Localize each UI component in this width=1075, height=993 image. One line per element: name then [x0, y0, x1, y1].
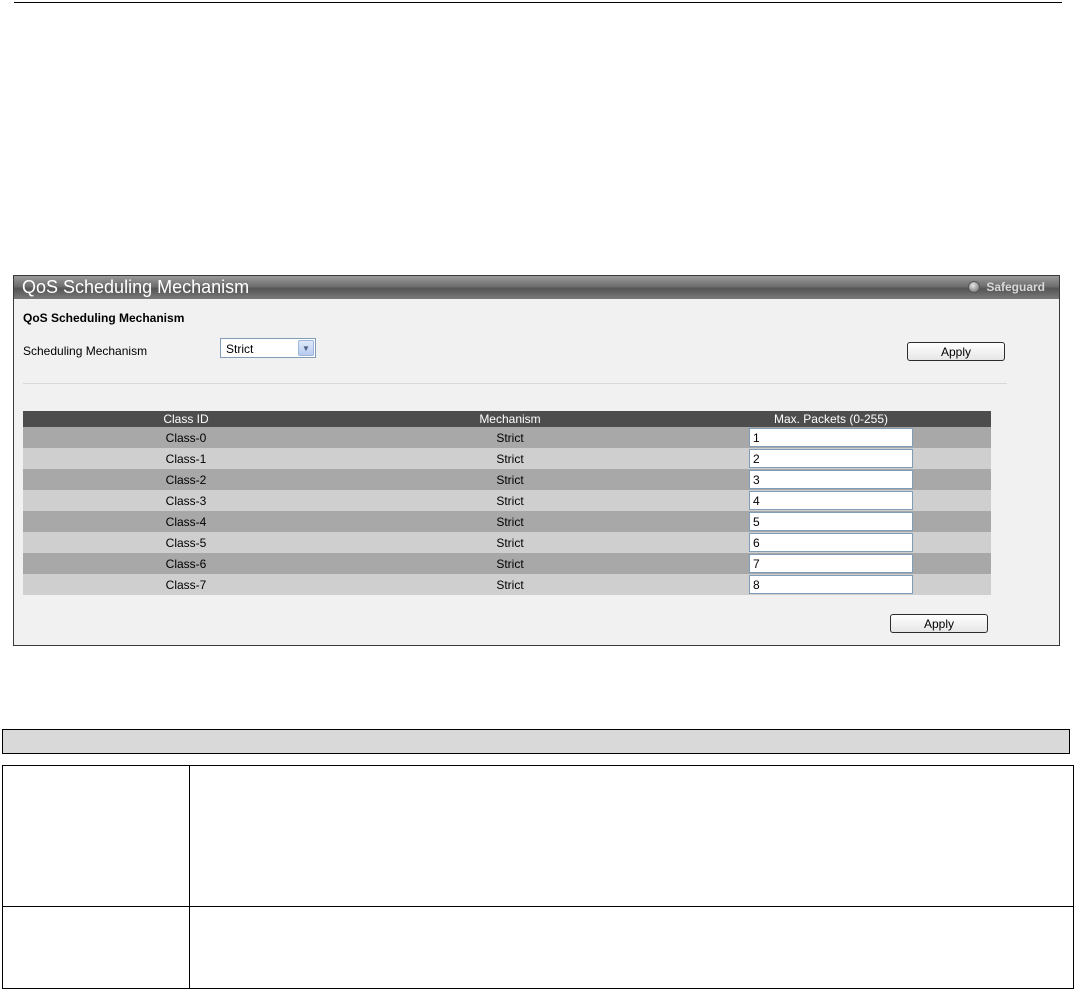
qos-scheduling-panel: QoS Scheduling Mechanism Safeguard QoS S…: [13, 275, 1060, 646]
table-row: Class-1 Strict: [23, 448, 991, 469]
chevron-down-icon[interactable]: ▼: [298, 340, 314, 356]
radio-indicator-icon: [968, 281, 981, 293]
table-row: Class-4 Strict: [23, 511, 991, 532]
header-class-id: Class ID: [23, 411, 349, 427]
class-id-cell: Class-7: [23, 574, 349, 595]
header-mechanism: Mechanism: [349, 411, 671, 427]
max-packets-input[interactable]: [749, 575, 913, 594]
section-title: QoS Scheduling Mechanism: [23, 311, 185, 325]
table-row: Class-6 Strict: [23, 553, 991, 574]
max-packets-input[interactable]: [749, 491, 913, 510]
max-packets-input[interactable]: [749, 554, 913, 573]
max-packets-input[interactable]: [749, 512, 913, 531]
class-id-cell: Class-1: [23, 448, 349, 469]
class-id-cell: Class-2: [23, 469, 349, 490]
table-row: Class-0 Strict: [23, 427, 991, 448]
description-row: [2, 765, 1074, 907]
mechanism-cell: Strict: [349, 469, 671, 490]
table-row: Class-5 Strict: [23, 532, 991, 553]
table-row: Class-2 Strict: [23, 469, 991, 490]
top-divider: [14, 2, 1062, 3]
safeguard-indicator[interactable]: Safeguard: [968, 280, 1045, 294]
mechanism-cell: Strict: [349, 427, 671, 448]
class-table: Class ID Mechanism Max. Packets (0-255) …: [23, 411, 991, 595]
parameter-cell: [2, 906, 190, 989]
safeguard-label: Safeguard: [986, 280, 1045, 294]
mechanism-cell: Strict: [349, 448, 671, 469]
class-id-cell: Class-6: [23, 553, 349, 574]
description-table: [2, 765, 1074, 989]
scheduling-mechanism-value: Strict: [226, 342, 254, 356]
description-cell: [189, 906, 1074, 989]
mechanism-cell: Strict: [349, 553, 671, 574]
form-divider: [23, 383, 1007, 384]
max-packets-input[interactable]: [749, 449, 913, 468]
mechanism-cell: Strict: [349, 532, 671, 553]
header-max-packets: Max. Packets (0-255): [671, 411, 991, 427]
description-row: [2, 906, 1074, 989]
max-packets-cell: [671, 532, 991, 553]
max-packets-cell: [671, 469, 991, 490]
mechanism-cell: Strict: [349, 490, 671, 511]
table-header-row: Class ID Mechanism Max. Packets (0-255): [23, 411, 991, 427]
class-id-cell: Class-3: [23, 490, 349, 511]
class-id-cell: Class-5: [23, 532, 349, 553]
class-id-cell: Class-0: [23, 427, 349, 448]
max-packets-cell: [671, 511, 991, 532]
parameter-cell: [2, 765, 190, 907]
max-packets-cell: [671, 448, 991, 469]
panel-title: QoS Scheduling Mechanism: [22, 277, 250, 297]
class-id-cell: Class-4: [23, 511, 349, 532]
scheduling-mechanism-select[interactable]: Strict ▼: [220, 338, 316, 358]
scheduling-mechanism-label: Scheduling Mechanism: [23, 344, 148, 358]
max-packets-cell: [671, 490, 991, 511]
description-cell: [189, 765, 1074, 907]
table-row: Class-3 Strict: [23, 490, 991, 511]
max-packets-cell: [671, 574, 991, 595]
table-row: Class-7 Strict: [23, 574, 991, 595]
apply-button-top[interactable]: Apply: [907, 342, 1005, 361]
max-packets-cell: [671, 427, 991, 448]
max-packets-input[interactable]: [749, 470, 913, 489]
max-packets-input[interactable]: [749, 533, 913, 552]
description-table-header: [2, 729, 1070, 754]
apply-button-bottom[interactable]: Apply: [890, 614, 988, 633]
panel-header: QoS Scheduling Mechanism Safeguard: [14, 276, 1059, 299]
mechanism-cell: Strict: [349, 511, 671, 532]
max-packets-cell: [671, 553, 991, 574]
mechanism-cell: Strict: [349, 574, 671, 595]
max-packets-input[interactable]: [749, 428, 913, 447]
